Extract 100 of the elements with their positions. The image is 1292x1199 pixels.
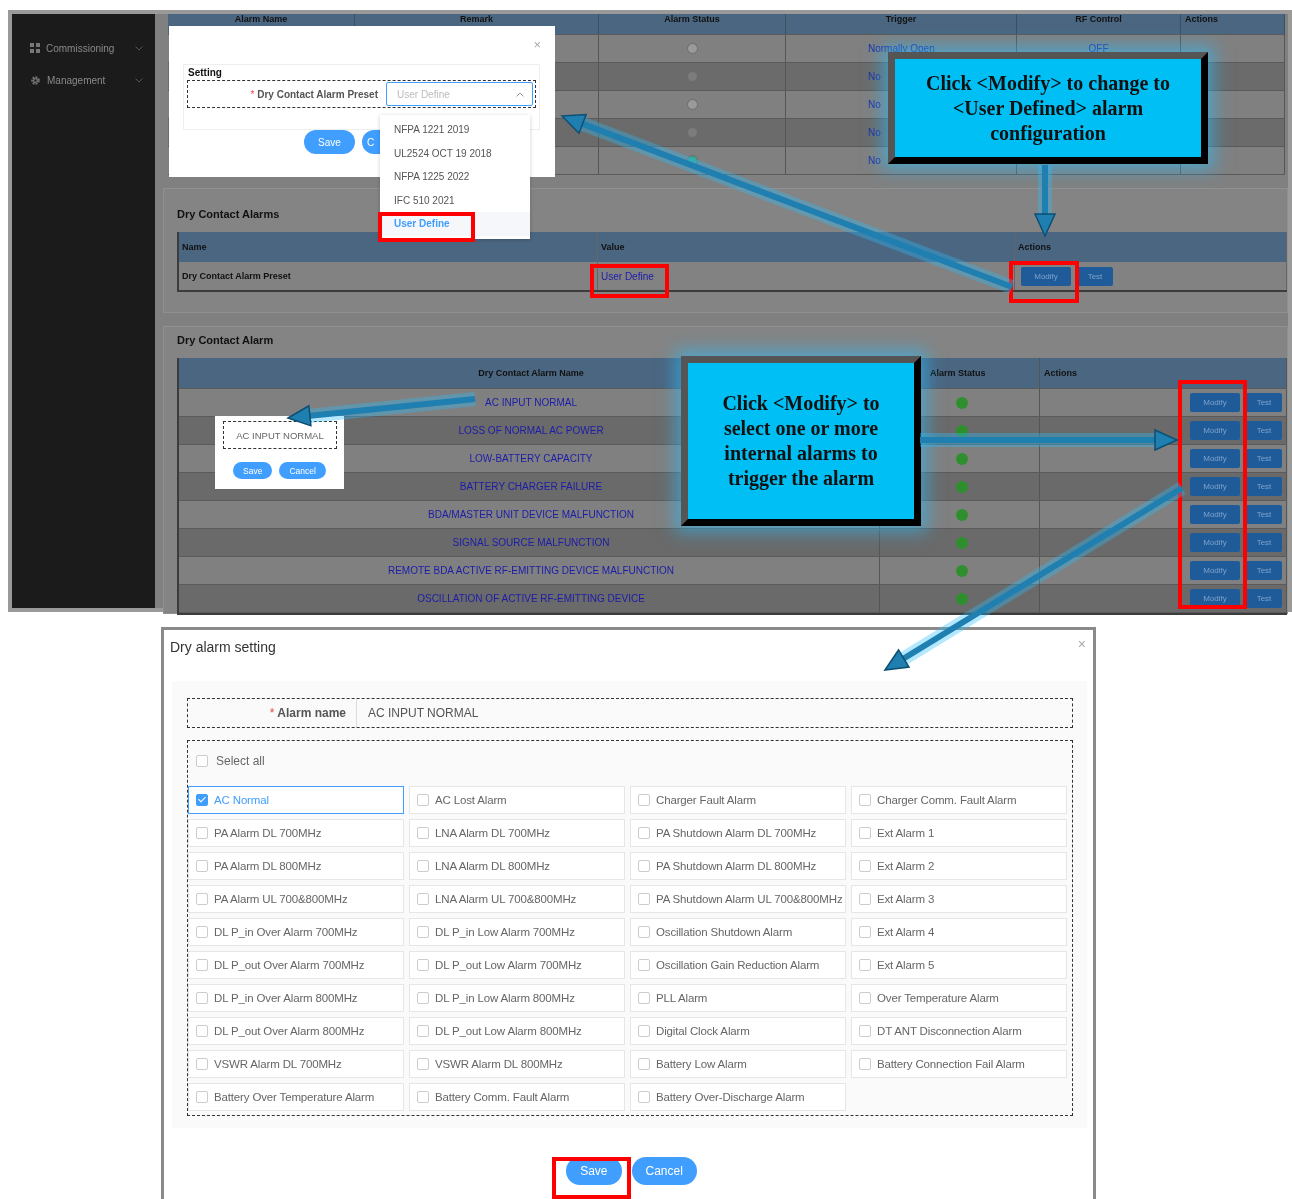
checkbox[interactable] xyxy=(638,959,650,971)
dropdown-option[interactable]: UL2524 OCT 19 2018 xyxy=(380,141,530,165)
checkbox[interactable] xyxy=(196,1025,208,1037)
checkbox-option[interactable]: VSWR Alarm DL 700MHz xyxy=(188,1050,404,1078)
checkbox-option[interactable]: DL P_in Over Alarm 700MHz xyxy=(188,918,404,946)
checkbox[interactable] xyxy=(859,794,871,806)
checkbox-option[interactable]: LNA Alarm UL 700&800MHz xyxy=(409,885,625,913)
checkbox[interactable] xyxy=(638,1058,650,1070)
checkbox[interactable] xyxy=(638,992,650,1004)
alarm-name-link[interactable]: REMOTE BDA ACTIVE RF-EMITTING DEVICE MALFUNCTION xyxy=(387,565,675,576)
select-all-checkbox[interactable]: Select all xyxy=(188,754,265,768)
column-header: Actions xyxy=(1040,358,1287,388)
alarm-name-link[interactable]: LOW-BATTERY CAPACITY xyxy=(469,453,593,464)
checkbox-option[interactable]: Digital Clock Alarm xyxy=(630,1017,846,1045)
checkbox-option[interactable]: Ext Alarm 5 xyxy=(851,951,1067,979)
chevron-icon xyxy=(516,91,524,97)
value-link[interactable]: User Define xyxy=(601,270,654,282)
checkbox[interactable] xyxy=(417,1025,429,1037)
checkbox-option[interactable]: Ext Alarm 1 xyxy=(851,819,1067,847)
checkbox[interactable] xyxy=(196,755,208,767)
checkbox[interactable] xyxy=(859,1025,871,1037)
checkbox[interactable] xyxy=(196,794,208,806)
field-label: * Dry Contact Alarm Preset xyxy=(249,88,379,100)
checkbox[interactable] xyxy=(417,827,429,839)
checkbox[interactable] xyxy=(859,860,871,872)
checkbox[interactable] xyxy=(638,794,650,806)
checkbox-option[interactable]: Oscillation Shutdown Alarm xyxy=(630,918,846,946)
checkbox[interactable] xyxy=(638,827,650,839)
column-header: RF Control xyxy=(1017,14,1181,34)
checkbox[interactable] xyxy=(859,992,871,1004)
checkbox-option[interactable]: Ext Alarm 4 xyxy=(851,918,1067,946)
checkbox-option[interactable]: Battery Over-Discharge Alarm xyxy=(630,1083,846,1111)
checkbox-option[interactable]: Charger Fault Alarm xyxy=(630,786,846,814)
alarm-name-link[interactable]: AC INPUT NORMAL xyxy=(484,397,578,408)
sidebar-item[interactable]: Commissioning xyxy=(12,32,155,64)
dropdown-option[interactable]: NFPA 1221 2019 xyxy=(380,118,530,142)
checkbox[interactable] xyxy=(859,1058,871,1070)
checkbox-option[interactable]: Battery Low Alarm xyxy=(630,1050,846,1078)
checkbox-option[interactable]: Ext Alarm 3 xyxy=(851,885,1067,913)
checkbox[interactable] xyxy=(417,992,429,1004)
checkbox[interactable] xyxy=(417,926,429,938)
checkbox[interactable] xyxy=(417,893,429,905)
checkbox-option[interactable]: Oscillation Gain Reduction Alarm xyxy=(630,951,846,979)
checkbox[interactable] xyxy=(196,926,208,938)
checkbox[interactable] xyxy=(859,827,871,839)
checkbox[interactable] xyxy=(196,860,208,872)
alarm-name-link[interactable]: BDA/MASTER UNIT DEVICE MALFUNCTION xyxy=(428,509,634,520)
checkbox[interactable] xyxy=(859,959,871,971)
checkbox[interactable] xyxy=(196,1058,208,1070)
checkbox[interactable] xyxy=(638,893,650,905)
checkbox[interactable] xyxy=(859,926,871,938)
sidebar-item[interactable]: Management xyxy=(12,64,155,96)
checkbox[interactable] xyxy=(196,893,208,905)
checkbox-option[interactable]: Battery Connection Fail Alarm xyxy=(851,1050,1067,1078)
checkbox-option[interactable]: PA Shutdown Alarm DL 800MHz xyxy=(630,852,846,880)
chevron-icon xyxy=(135,45,143,51)
checkbox[interactable] xyxy=(638,860,650,872)
checkbox[interactable] xyxy=(196,1091,208,1103)
checkbox-option[interactable]: PA Alarm DL 800MHz xyxy=(188,852,404,880)
checkbox[interactable] xyxy=(417,1091,429,1103)
checkbox-option[interactable]: PA Shutdown Alarm UL 700&800MHz xyxy=(630,885,846,913)
checkbox[interactable] xyxy=(638,1025,650,1037)
checkbox-option[interactable]: DT ANT Disconnection Alarm xyxy=(851,1017,1067,1045)
section-title: Dry Contact Alarm xyxy=(177,333,274,348)
table-cell: Dry Contact Alarm Preset xyxy=(182,271,291,281)
checkbox-option[interactable]: Battery Comm. Fault Alarm xyxy=(409,1083,625,1111)
checkbox-option[interactable]: DL P_out Low Alarm 800MHz xyxy=(409,1017,625,1045)
dropdown-option[interactable]: IFC 510 2021 xyxy=(380,188,530,212)
checkbox-option[interactable]: PA Alarm DL 700MHz xyxy=(188,819,404,847)
checkbox-option[interactable]: Over Temperature Alarm xyxy=(851,984,1067,1012)
checkbox-option[interactable]: DL P_in Over Alarm 800MHz xyxy=(188,984,404,1012)
checkbox-option[interactable]: AC Lost Alarm xyxy=(409,786,625,814)
checkbox-option[interactable]: Battery Over Temperature Alarm xyxy=(188,1083,404,1111)
checkbox-option[interactable]: DL P_out Low Alarm 700MHz xyxy=(409,951,625,979)
checkbox[interactable] xyxy=(417,794,429,806)
callout-box: Click <Modify> to select one or more internal alarms to trigger the alarm xyxy=(681,356,921,526)
checkbox[interactable] xyxy=(638,1091,650,1103)
callout-box: Click <Modify> to change to <User Defined> alarm configuration xyxy=(888,52,1208,164)
checkbox-option[interactable]: LNA Alarm DL 800MHz xyxy=(409,852,625,880)
checkbox-option[interactable]: DL P_out Over Alarm 800MHz xyxy=(188,1017,404,1045)
checkbox[interactable] xyxy=(417,959,429,971)
checkbox[interactable] xyxy=(417,860,429,872)
checkbox-option[interactable]: DL P_out Over Alarm 700MHz xyxy=(188,951,404,979)
checkbox-option[interactable]: Charger Comm. Fault Alarm xyxy=(851,786,1067,814)
checkbox-option[interactable]: PA Alarm UL 700&800MHz xyxy=(188,885,404,913)
checkbox[interactable] xyxy=(196,959,208,971)
grid-icon xyxy=(30,43,40,53)
checkbox-option[interactable]: PA Shutdown Alarm DL 700MHz xyxy=(630,819,846,847)
checkbox[interactable] xyxy=(638,926,650,938)
checkbox-option[interactable]: DL P_in Low Alarm 700MHz xyxy=(409,918,625,946)
dropdown-option[interactable]: NFPA 1225 2022 xyxy=(380,165,530,189)
checkbox-option[interactable]: LNA Alarm DL 700MHz xyxy=(409,819,625,847)
checkbox[interactable] xyxy=(417,1058,429,1070)
checkbox[interactable] xyxy=(859,893,871,905)
checkbox[interactable] xyxy=(196,827,208,839)
checkbox-option[interactable]: PLL Alarm xyxy=(630,984,846,1012)
checkbox-option[interactable]: Ext Alarm 2 xyxy=(851,852,1067,880)
checkbox-option[interactable]: DL P_in Low Alarm 800MHz xyxy=(409,984,625,1012)
checkbox-option[interactable]: VSWR Alarm DL 800MHz xyxy=(409,1050,625,1078)
checkbox[interactable] xyxy=(196,992,208,1004)
